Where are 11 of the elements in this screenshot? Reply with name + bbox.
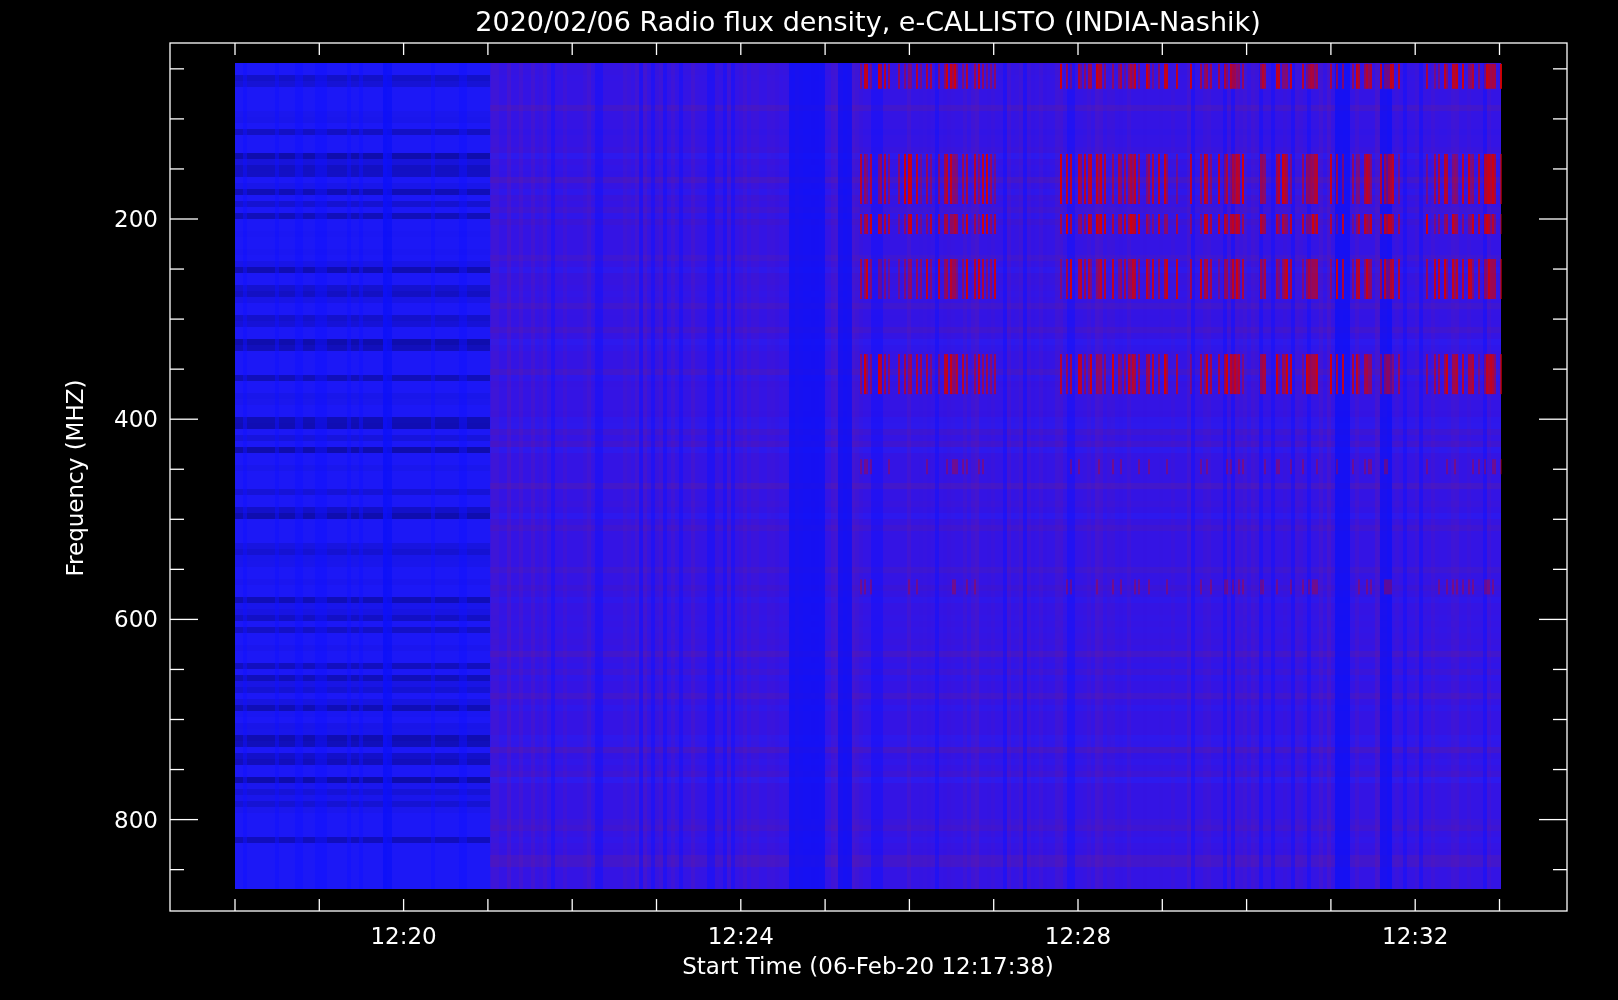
y-tick-label: 600 — [114, 606, 158, 633]
x-tick-label: 12:20 — [370, 923, 437, 949]
chart-title: 2020/02/06 Radio flux density, e-CALLISTO (INDIA-Nashik) — [475, 6, 1261, 37]
y-tick-label: 200 — [114, 206, 158, 232]
x-tick-label: 12:28 — [1044, 923, 1112, 949]
y-tick-label: 400 — [114, 406, 158, 433]
y-tick-label: 800 — [114, 806, 158, 833]
x-tick-label: 12:24 — [707, 923, 774, 949]
x-axis-label: Start Time (06-Feb-20 12:17:38) — [682, 953, 1054, 979]
y-axis-label: Frequency (MHZ) — [62, 379, 88, 577]
x-tick-label: 12:32 — [1382, 923, 1449, 949]
